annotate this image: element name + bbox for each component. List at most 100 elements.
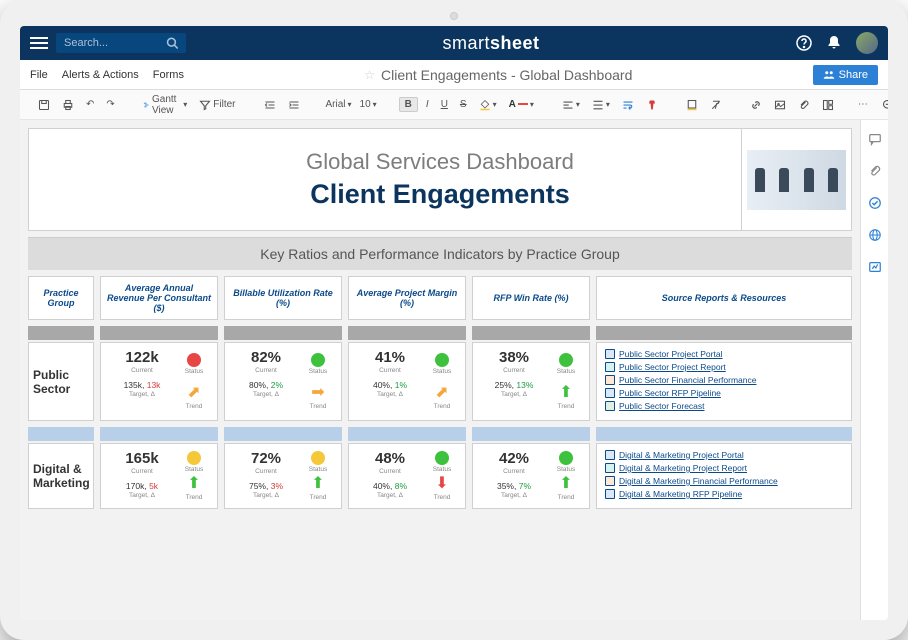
trend-label: Trend [425, 494, 459, 501]
attachment-icon[interactable] [868, 164, 882, 178]
highlight-icon[interactable] [682, 97, 702, 113]
toolbar: ↶ ↷ Gantt View▾ Filter Arial▾ 10▾ B I [20, 90, 888, 120]
metric-target: 135k, 13k [107, 380, 177, 390]
status-dot [559, 451, 573, 465]
trend-label: Trend [549, 494, 583, 501]
source-label: Digital & Marketing Project Report [619, 463, 747, 473]
save-icon[interactable] [34, 97, 54, 113]
font-select[interactable]: Arial▾ [324, 98, 354, 111]
status-label: Status [177, 368, 211, 375]
source-link[interactable]: Public Sector Project Portal [605, 349, 843, 359]
strike-button[interactable]: S [456, 97, 471, 112]
font-size-select[interactable]: 10▾ [358, 98, 379, 111]
trend-label: Trend [177, 403, 211, 410]
source-label: Public Sector Project Report [619, 362, 726, 372]
insert-icon[interactable] [818, 97, 838, 113]
metric-current: 48% [355, 450, 425, 467]
status-label: Status [549, 466, 583, 473]
menu-file[interactable]: File [30, 69, 48, 81]
source-label: Public Sector Project Portal [619, 349, 722, 359]
metric-cell: 48% Current 40%, 8% Target, Δ Status ⬇Tr… [348, 443, 466, 509]
link-icon[interactable] [746, 97, 766, 113]
activity-icon[interactable] [868, 260, 882, 274]
fill-color-icon[interactable]: ▾ [475, 97, 501, 113]
help-icon[interactable] [796, 35, 812, 51]
globe-icon[interactable] [868, 228, 882, 242]
text-color-icon[interactable]: A▾ [505, 97, 538, 112]
trend-label: Trend [301, 403, 335, 410]
tabbar: File Alerts & Actions Forms ☆ Client Eng… [20, 60, 888, 90]
source-icon [605, 476, 615, 486]
format-icon[interactable] [642, 97, 662, 113]
search-input[interactable] [64, 37, 166, 49]
source-link[interactable]: Public Sector Project Report [605, 362, 843, 372]
metric-target: 40%, 1% [355, 380, 425, 390]
source-icon [605, 362, 615, 372]
trend-label: Trend [177, 494, 211, 501]
menu-alerts[interactable]: Alerts & Actions [62, 69, 139, 81]
source-label: Digital & Marketing RFP Pipeline [619, 489, 742, 499]
source-link[interactable]: Public Sector RFP Pipeline [605, 388, 843, 398]
align-left-icon[interactable]: ▾ [558, 97, 584, 113]
metric-current-label: Current [479, 468, 549, 475]
metric-target-label: Target, Δ [355, 391, 425, 398]
more-icon[interactable]: ⋯ [854, 97, 872, 112]
star-icon[interactable]: ☆ [364, 68, 375, 82]
zoom-out-icon[interactable] [878, 97, 888, 113]
source-link[interactable]: Public Sector Forecast [605, 401, 843, 411]
metric-target-label: Target, Δ [479, 391, 549, 398]
col-rfp: RFP Win Rate (%) [472, 276, 590, 320]
dashboard-header: Global Services Dashboard Client Engagem… [28, 128, 852, 231]
undo-icon[interactable]: ↶ [82, 97, 98, 112]
image-icon[interactable] [770, 97, 790, 113]
underline-button[interactable]: U [437, 97, 452, 112]
trend-label: Trend [549, 403, 583, 410]
filter-button[interactable]: Filter [195, 97, 239, 113]
source-link[interactable]: Digital & Marketing Financial Performanc… [605, 476, 843, 486]
clear-format-icon[interactable] [706, 97, 726, 113]
bell-icon[interactable] [826, 35, 842, 51]
status-label: Status [301, 368, 335, 375]
source-link[interactable]: Public Sector Financial Performance [605, 375, 843, 385]
metric-current: 122k [107, 349, 177, 366]
wrap-text-icon[interactable] [618, 97, 638, 113]
source-icon [605, 489, 615, 499]
print-icon[interactable] [58, 97, 78, 113]
comment-icon[interactable] [868, 132, 882, 146]
sources-cell: Digital & Marketing Project Portal Digita… [596, 443, 852, 509]
source-link[interactable]: Digital & Marketing Project Report [605, 463, 843, 473]
gantt-view-button[interactable]: Gantt View▾ [139, 92, 191, 118]
indent-out-icon[interactable] [260, 97, 280, 113]
doc-title: Client Engagements - Global Dashboard [381, 67, 632, 83]
search-wrap[interactable] [56, 33, 186, 53]
header-overline: Global Services Dashboard [49, 149, 831, 175]
menu-forms[interactable]: Forms [153, 69, 184, 81]
attach-icon[interactable] [794, 97, 814, 113]
dashboard-content: Global Services Dashboard Client Engagem… [20, 120, 860, 620]
search-icon[interactable] [166, 36, 178, 50]
proof-icon[interactable] [868, 196, 882, 210]
metric-target-label: Target, Δ [231, 391, 301, 398]
metric-target: 35%, 7% [479, 481, 549, 491]
italic-button[interactable]: I [422, 97, 433, 112]
share-button[interactable]: Share [813, 65, 878, 85]
metric-cell: 82% Current 80%, 2% Target, Δ Status ➡Tr… [224, 342, 342, 421]
source-icon [605, 401, 615, 411]
indent-in-icon[interactable] [284, 97, 304, 113]
practice-name: Public Sector [28, 342, 94, 421]
metric-current: 72% [231, 450, 301, 467]
source-icon [605, 388, 615, 398]
status-label: Status [549, 368, 583, 375]
avatar[interactable] [856, 32, 878, 54]
bold-button[interactable]: B [399, 97, 418, 112]
source-link[interactable]: Digital & Marketing Project Portal [605, 450, 843, 460]
col-revenue: Average Annual Revenue Per Consultant ($… [100, 276, 218, 320]
trend-label: Trend [425, 403, 459, 410]
source-link[interactable]: Digital & Marketing RFP Pipeline [605, 489, 843, 499]
source-icon [605, 375, 615, 385]
metric-cell: 165k Current 170k, 5k Target, Δ Status ⬆… [100, 443, 218, 509]
align-vertical-icon[interactable]: ▾ [588, 97, 614, 113]
redo-icon[interactable]: ↷ [102, 97, 118, 112]
col-practice: Practice Group [28, 276, 94, 320]
menu-icon[interactable] [30, 37, 48, 49]
